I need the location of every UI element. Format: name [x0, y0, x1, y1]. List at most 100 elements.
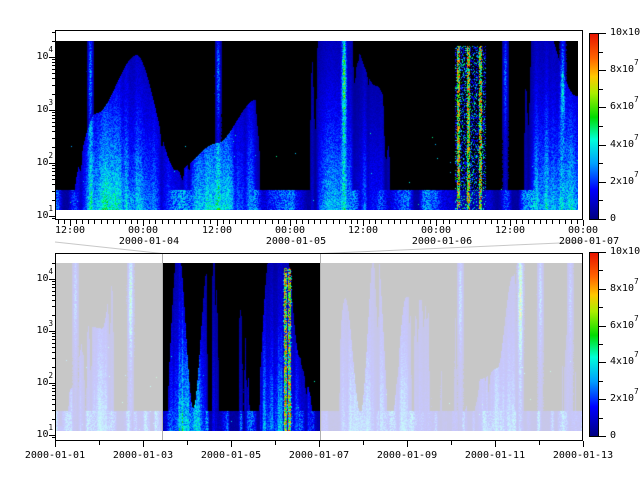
time-tick-label: 12:00: [197, 225, 237, 236]
x-minor-tick: [418, 220, 419, 224]
y-minor-tick: [52, 112, 55, 113]
label-text: 12:00: [348, 225, 378, 236]
y-tick-label-bottom: 103: [36, 325, 53, 336]
x-minor-tick: [76, 220, 77, 224]
x-minor-tick: [162, 220, 163, 224]
exponent: 7: [634, 58, 639, 67]
label-text: 6x10: [610, 320, 634, 331]
colorbar-tick-label: 6x107: [610, 101, 639, 112]
x-major-tick: [407, 441, 408, 447]
x-minor-tick: [375, 220, 376, 224]
x-minor-tick: [192, 220, 193, 224]
y-minor-tick: [52, 168, 55, 169]
x-minor-tick: [504, 220, 505, 224]
y-tick-label-top: 104: [36, 51, 53, 62]
x-minor-tick: [308, 220, 309, 224]
x-minor-tick: [296, 220, 297, 224]
colorbar-tick-label: 2x107: [610, 176, 639, 187]
label-text: 2000-01-05: [266, 236, 326, 247]
label-text: 10: [36, 429, 48, 440]
x-minor-tick: [388, 220, 389, 224]
y-minor-tick: [52, 179, 55, 180]
y-tick-label-bottom: 101: [36, 429, 53, 440]
y-minor-tick: [52, 200, 55, 201]
label-text: 2000-01-07: [289, 450, 349, 461]
y-minor-tick: [52, 333, 55, 334]
date-tick-label: 2000-01-05: [197, 450, 265, 461]
colorbar-tick-label: 10x107: [610, 27, 640, 38]
x-minor-tick: [223, 220, 224, 224]
exponent: 1: [48, 204, 53, 213]
x-minor-tick: [113, 220, 114, 224]
label-text: 2x10: [610, 176, 634, 187]
colorbar-tick-label: 8x107: [610, 283, 639, 294]
label-text: 2x10: [610, 393, 634, 404]
x-minor-tick: [571, 220, 572, 224]
x-minor-tick: [107, 220, 108, 224]
colorbar-minor-tick: [599, 270, 603, 271]
date-tick-label: 2000-01-01: [21, 450, 89, 461]
colorbar-tick-label: 0: [610, 213, 616, 224]
colorbar-major-tick: [599, 252, 606, 253]
colorbar-minor-tick: [599, 163, 603, 164]
date-tick-label: 2000-01-04: [115, 236, 183, 247]
x-minor-tick: [430, 220, 431, 224]
x-minor-tick: [559, 220, 560, 224]
x-minor-tick: [94, 220, 95, 224]
x-minor-tick: [381, 220, 382, 224]
time-tick-label: 00:00: [563, 225, 603, 236]
x-minor-tick: [314, 220, 315, 224]
figure: 10110210310412:0000:0012:0000:0012:0000:…: [0, 0, 640, 480]
exponent: 3: [48, 98, 53, 107]
label-text: 2000-01-13: [553, 450, 613, 461]
time-tick-label: 00:00: [416, 225, 456, 236]
x-minor-tick: [253, 220, 254, 224]
x-minor-tick: [539, 441, 540, 445]
exponent: 4: [48, 45, 53, 54]
label-text: 10: [36, 51, 48, 62]
x-minor-tick: [412, 220, 413, 224]
colorbar-major-tick: [599, 70, 606, 71]
y-minor-tick: [52, 94, 55, 95]
x-minor-tick: [284, 220, 285, 224]
plot-border-top: [55, 30, 583, 220]
x-minor-tick: [259, 220, 260, 224]
x-minor-tick: [497, 220, 498, 224]
colorbar-bottom: [589, 252, 599, 437]
y-minor-tick: [52, 352, 55, 353]
x-major-tick: [583, 441, 584, 447]
colorbar-major-tick: [599, 182, 606, 183]
y-minor-tick: [52, 339, 55, 340]
x-minor-tick: [272, 220, 273, 224]
exponent: 7: [634, 350, 639, 359]
colorbar-minor-tick: [599, 126, 603, 127]
x-minor-tick: [357, 220, 358, 224]
label-text: 2000-01-04: [119, 236, 179, 247]
y-minor-tick: [52, 306, 55, 307]
time-tick-label: 12:00: [50, 225, 90, 236]
date-tick-label: 2000-01-06: [408, 236, 476, 247]
y-tick-label-bottom: 104: [36, 273, 53, 284]
x-minor-tick: [88, 220, 89, 224]
time-tick-label: 12:00: [343, 225, 383, 236]
y-minor-tick: [52, 41, 55, 42]
exponent: 7: [634, 387, 639, 396]
label-text: 12:00: [55, 225, 85, 236]
x-minor-tick: [339, 220, 340, 224]
y-minor-tick: [52, 175, 55, 176]
x-major-tick: [495, 441, 496, 447]
time-tick-label: 00:00: [270, 225, 310, 236]
y-minor-tick: [52, 347, 55, 348]
x-minor-tick: [99, 441, 100, 445]
y-minor-tick: [52, 165, 55, 166]
colorbar-top: [589, 33, 599, 220]
y-minor-tick: [52, 315, 55, 316]
x-minor-tick: [101, 220, 102, 224]
exponent: 7: [634, 95, 639, 104]
label-text: 8x10: [610, 283, 634, 294]
y-minor-tick: [52, 118, 55, 119]
colorbar-tick-label: 6x107: [610, 320, 639, 331]
y-minor-tick: [52, 388, 55, 389]
y-minor-tick: [52, 399, 55, 400]
y-minor-tick: [52, 410, 55, 411]
